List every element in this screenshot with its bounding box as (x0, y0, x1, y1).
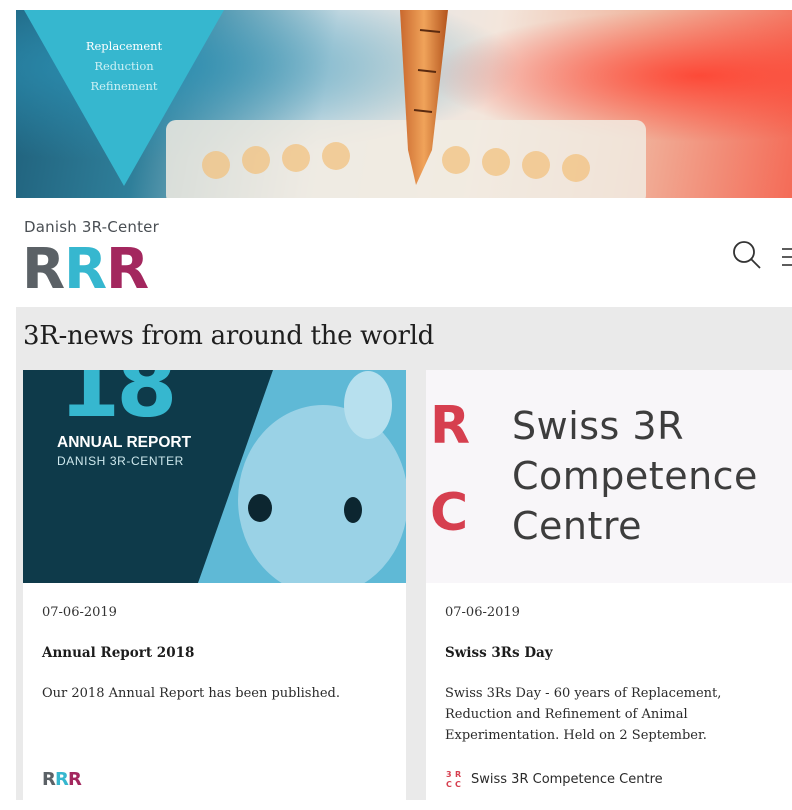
news-card-swiss-3rs-day[interactable]: R C Swiss 3R Competence Centre 07-06-201… (426, 370, 792, 810)
hero-banner: Replacement Reduction Refinement (16, 10, 792, 198)
triangle-item-reduction[interactable]: Reduction (56, 56, 192, 76)
svg-text:C: C (446, 780, 452, 789)
triangle-item-refinement[interactable]: Refinement (56, 76, 192, 96)
card-text: Swiss 3Rs Day - 60 years of Replacement,… (445, 686, 722, 743)
report-subtitle: DANISH 3R-CENTER (57, 454, 184, 468)
news-card-annual-report[interactable]: 18 ANNUAL REPORT DANISH 3R-CENTER 07-06-… (23, 370, 406, 810)
brand-logo-link[interactable]: Danish 3R-Center R R R (24, 218, 164, 292)
rrr-logo: R R R (24, 240, 149, 290)
news-section: 3R-news from around the world 18 ANNUAL … (16, 307, 792, 810)
card-heading[interactable]: Swiss 3Rs Day (445, 645, 553, 661)
triangle-item-replacement[interactable]: Replacement (56, 36, 192, 56)
card-text: Our 2018 Annual Report has been publishe… (42, 686, 341, 701)
logo-letter-c: C (430, 483, 469, 543)
swiss-3rcc-small-logo: 3R CC (446, 770, 461, 789)
svg-text:R: R (68, 769, 82, 787)
hamburger-menu-icon[interactable] (778, 246, 792, 268)
card-date: 07-06-2019 (445, 605, 520, 620)
logo-line-1: Swiss 3R (512, 404, 685, 448)
svg-text:R: R (55, 769, 69, 787)
report-year: 18 (59, 370, 177, 437)
triangle-menu: Replacement Reduction Refinement (56, 36, 192, 96)
svg-text:R: R (455, 770, 461, 779)
logo-line-3: Centre (512, 504, 643, 548)
svg-text:C: C (455, 780, 461, 789)
card-date: 07-06-2019 (42, 605, 117, 620)
logo-letter-r: R (430, 396, 471, 456)
card-image: 18 ANNUAL REPORT DANISH 3R-CENTER (23, 370, 406, 583)
card-source: 3R CC Swiss 3R Competence Centre (445, 769, 663, 789)
report-title: ANNUAL REPORT (57, 434, 192, 451)
card-heading[interactable]: Annual Report 2018 (42, 645, 194, 661)
search-icon[interactable] (732, 240, 762, 270)
section-title: 3R-news from around the world (23, 321, 434, 351)
svg-text:R: R (64, 240, 107, 290)
source-name[interactable]: Swiss 3R Competence Centre (471, 772, 663, 787)
svg-text:R: R (24, 240, 65, 290)
svg-text:R: R (42, 769, 56, 787)
rrr-small-logo: R R R (42, 769, 82, 787)
card-image: R C Swiss 3R Competence Centre (426, 370, 792, 583)
logo-line-2: Competence (512, 454, 758, 498)
svg-text:R: R (106, 240, 149, 290)
svg-text:3: 3 (446, 770, 452, 779)
card-source: R R R (42, 769, 84, 787)
brand-name: Danish 3R-Center (24, 218, 159, 236)
